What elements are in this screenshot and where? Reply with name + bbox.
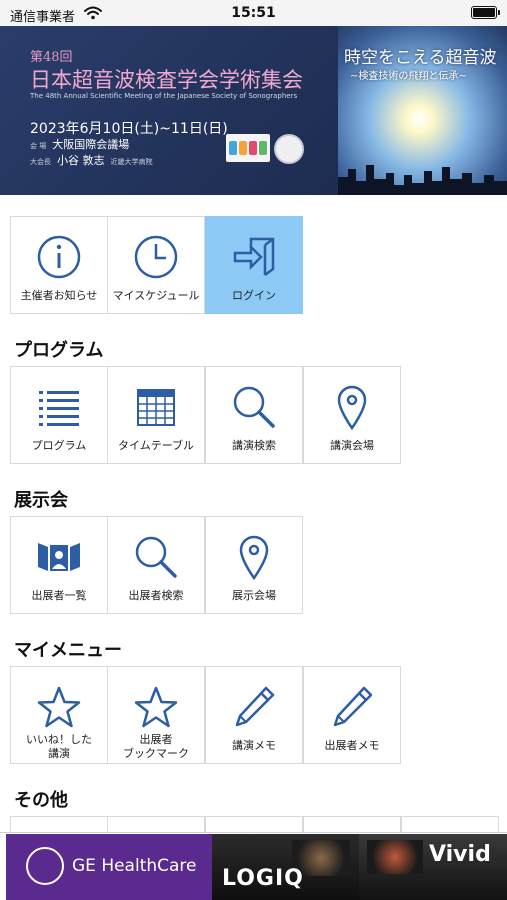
tile-login[interactable]: ログイン: [205, 216, 303, 314]
tile-label: プログラム: [31, 439, 87, 452]
pencil-icon: [304, 681, 400, 733]
tile-program[interactable]: プログラム: [10, 366, 108, 464]
tile-label-line1: いいね！した: [26, 733, 92, 746]
tile-label: マイスケジュール: [112, 289, 200, 302]
tile-exhibition-venue[interactable]: 展示会場: [205, 516, 303, 614]
ad-logiq-text: LOGIQ: [222, 866, 304, 891]
banner-chair-label: 大会長: [30, 158, 51, 166]
section-title-exhibition: 展示会: [14, 490, 68, 511]
tile-label-line2: 講演: [48, 747, 70, 760]
tile-label: いいね！した 講演: [11, 733, 107, 761]
banner-venue: 会 場大阪国際会議場: [30, 136, 129, 152]
banner-venue-name: 大阪国際会議場: [52, 138, 130, 151]
section-title-program: プログラム: [14, 340, 104, 361]
tile-exhibitor-list[interactable]: 出展者一覧: [10, 516, 108, 614]
emblem-logo: [274, 134, 304, 164]
map-pin-icon: [304, 381, 400, 433]
star-icon: [11, 681, 107, 733]
banner-date: 2023年6月10日(土)~11日(日): [30, 121, 228, 137]
exhibitor-icon: [11, 531, 107, 583]
status-bar: 通信事業者 15:51: [0, 0, 507, 26]
tile-label: ログイン: [232, 289, 276, 302]
ge-logo-icon: [26, 847, 64, 885]
list-icon: [11, 381, 107, 433]
status-time: 15:51: [231, 5, 276, 21]
tile-label: 講演メモ: [232, 739, 276, 752]
search-icon: [206, 381, 302, 433]
ad-vivid-text: Vivid: [429, 842, 491, 867]
banner-artwork: 時空をこえる超音波 ~検査技術の飛翔と伝承~: [338, 26, 507, 195]
section-title-other: その他: [14, 790, 68, 811]
banner-logos: [226, 134, 304, 164]
tile-label: 出展者一覧: [31, 589, 87, 602]
tile-my-schedule[interactable]: マイスケジュール: [107, 216, 205, 314]
banner-theme-sub: ~検査技術の飛翔と伝承~: [350, 71, 467, 82]
banner-info-panel: 第48回 日本超音波検査学会学術集会 The 48th Annual Scien…: [0, 26, 338, 195]
tile-lecture-search[interactable]: 講演検索: [205, 366, 303, 464]
map-pin-icon: [206, 531, 302, 583]
section-title-mymenu: マイメニュー: [14, 640, 122, 661]
battery-icon: [471, 6, 500, 19]
ad-ge-text: GE HealthCare: [72, 856, 197, 876]
banner-chair-name: 小谷 敦志: [57, 154, 105, 167]
tile-label: タイムテーブル: [117, 439, 195, 452]
tile-label: 講演検索: [232, 439, 276, 452]
search-icon: [108, 531, 204, 583]
tile-label-line1: 出展者: [139, 733, 173, 746]
login-icon: [206, 231, 302, 283]
calendar-icon: [108, 381, 204, 433]
banner-english-title: The 48th Annual Scientific Meeting of th…: [30, 92, 298, 100]
city-skyline-graphic: [338, 165, 507, 195]
tile-label: 講演会場: [330, 439, 374, 452]
tile-label: 主催者お知らせ: [20, 289, 98, 302]
tile-exhibitor-memo[interactable]: 出展者メモ: [303, 666, 401, 764]
ultrasound-screen-image: [367, 840, 423, 874]
star-icon: [108, 681, 204, 733]
tile-timetable[interactable]: タイムテーブル: [107, 366, 205, 464]
banner-chair-affiliation: 近畿大学病院: [110, 158, 153, 166]
tile-label: 出展者メモ: [324, 739, 380, 752]
pencil-icon: [206, 681, 302, 733]
ad-vivid[interactable]: Vivid: [359, 834, 507, 900]
tile-label: 出展者検索: [128, 589, 184, 602]
banner-session: 第48回: [30, 50, 73, 65]
tile-organizer-notice[interactable]: 主催者お知らせ: [10, 216, 108, 314]
society-logo: [226, 134, 270, 162]
ad-ge-healthcare[interactable]: GE HealthCare: [6, 834, 212, 900]
tile-exhibitor-bookmark[interactable]: 出展者 ブックマーク: [107, 666, 205, 764]
ad-logiq[interactable]: LOGIQ: [212, 834, 359, 900]
info-icon: [11, 231, 107, 283]
banner-theme: 時空をこえる超音波: [344, 48, 497, 68]
banner-venue-label: 会 場: [30, 142, 47, 150]
tile-lecture-memo[interactable]: 講演メモ: [205, 666, 303, 764]
clock-icon: [108, 231, 204, 283]
tile-lecture-venue[interactable]: 講演会場: [303, 366, 401, 464]
tile-label: 出展者 ブックマーク: [108, 733, 204, 761]
tile-exhibitor-search[interactable]: 出展者検索: [107, 516, 205, 614]
tile-liked-lectures[interactable]: いいね！した 講演: [10, 666, 108, 764]
tile-label-line2: ブックマーク: [123, 747, 189, 760]
banner-chair: 大会長 小谷 敦志 近畿大学病院: [30, 152, 153, 168]
event-banner[interactable]: 第48回 日本超音波検査学会学術集会 The 48th Annual Scien…: [0, 26, 507, 195]
banner-title: 日本超音波検査学会学術集会: [30, 68, 303, 92]
tile-label: 展示会場: [232, 589, 276, 602]
